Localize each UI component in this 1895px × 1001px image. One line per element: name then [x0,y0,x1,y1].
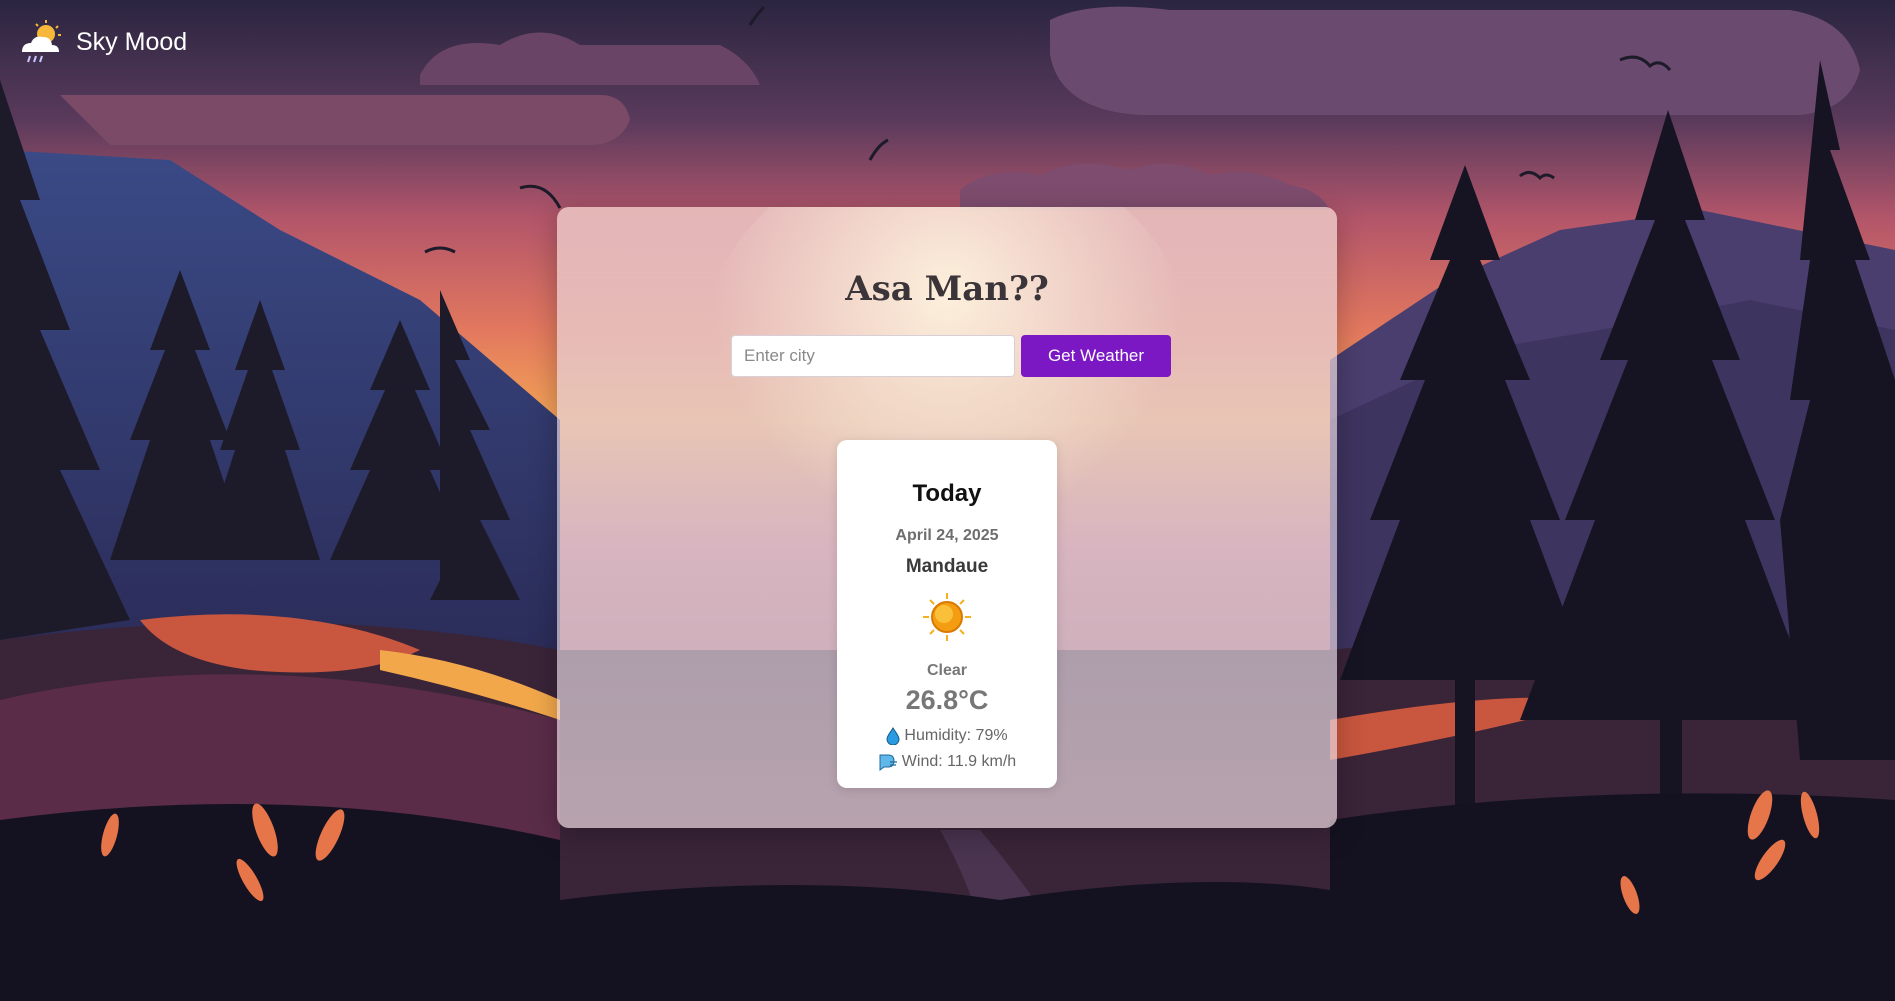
weather-card: Today April 24, 2025 Mandaue Clear 26.8°… [837,440,1057,788]
brand[interactable]: Sky Mood [16,18,187,66]
page-title: Asa Man?? [845,269,1049,309]
city-input[interactable] [731,335,1015,377]
cloud-sun-rain-icon [22,20,61,63]
city-name: Mandaue [905,556,989,577]
weather-condition: Clear [926,662,968,679]
wind-face-icon [879,754,897,771]
wind-text: Wind: 11.9 km/h [901,753,1017,770]
search-bar: Get Weather [731,335,1171,377]
temperature: 26.8°C [905,685,989,715]
humidity-row: Humidity: 79% [837,727,1057,745]
humidity-text: Humidity: 79% [904,727,1008,744]
day-label: Today [912,480,982,507]
weather-panel: Asa Man?? Get Weather Today April 24, 20… [557,207,1337,828]
wind-row: Wind: 11.9 km/h [837,753,1057,771]
brand-name: Sky Mood [76,27,188,56]
forecast-date: April 24, 2025 [895,527,999,544]
droplet-icon [886,727,900,745]
sun-icon [923,593,971,641]
get-weather-button[interactable]: Get Weather [1021,335,1171,377]
